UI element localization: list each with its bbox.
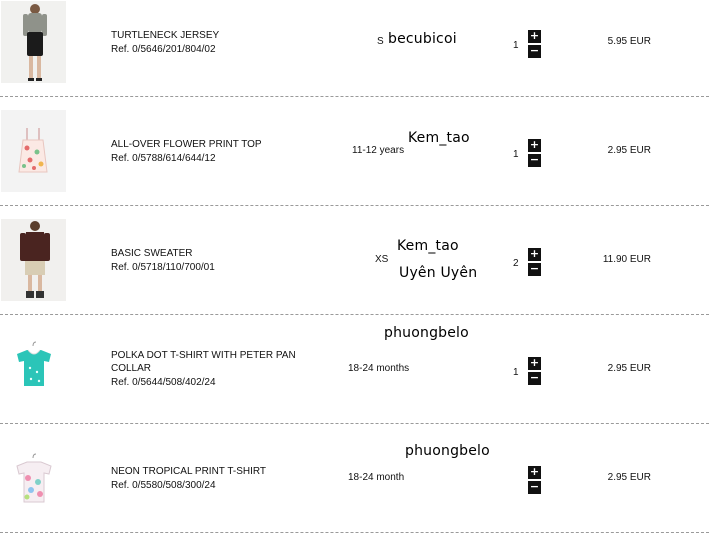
product-image[interactable]: [1, 444, 66, 526]
item-price: 11.90 EUR: [602, 254, 651, 265]
increase-quantity-button[interactable]: +: [528, 30, 541, 43]
product-ref: Ref. 0/5580/508/300/24: [111, 480, 216, 491]
decrease-quantity-button[interactable]: −: [528, 154, 541, 167]
quantity-value: 1: [513, 367, 519, 378]
increase-quantity-button[interactable]: +: [528, 466, 541, 479]
product-size: XS: [375, 254, 389, 265]
product-name[interactable]: NEON TROPICAL PRINT T-SHIRT: [111, 465, 266, 478]
decrease-quantity-button[interactable]: −: [528, 372, 541, 385]
product-size: 18-24 months: [348, 363, 410, 374]
quantity-value: 1: [513, 149, 519, 160]
list-item: BASIC SWEATER Ref. 0/5718/110/700/01 XS …: [0, 218, 709, 327]
product-ref: Ref. 0/5718/110/700/01: [111, 262, 215, 273]
decrease-quantity-button[interactable]: −: [528, 45, 541, 58]
item-price: 2.95 EUR: [607, 145, 651, 156]
product-name[interactable]: BASIC SWEATER: [111, 247, 193, 260]
product-image[interactable]: [1, 328, 66, 410]
product-image[interactable]: [1, 219, 66, 301]
product-image[interactable]: [1, 110, 66, 192]
product-name[interactable]: ALL-OVER FLOWER PRINT TOP: [111, 138, 262, 151]
product-name[interactable]: TURTLENECK JERSEY: [111, 29, 219, 42]
handwritten-note: Kem_tao: [397, 238, 459, 254]
product-ref: Ref. 0/5646/201/804/02: [111, 44, 216, 55]
row-divider: [0, 423, 709, 424]
row-divider: [0, 314, 709, 315]
list-item: ALL-OVER FLOWER PRINT TOP Ref. 0/5788/61…: [0, 109, 709, 218]
item-price: 2.95 EUR: [607, 363, 651, 374]
handwritten-note: becubicoi: [388, 31, 457, 47]
item-price: 2.95 EUR: [607, 472, 651, 483]
increase-quantity-button[interactable]: +: [528, 357, 541, 370]
decrease-quantity-button[interactable]: −: [528, 481, 541, 494]
product-ref: Ref. 0/5788/614/644/12: [111, 153, 216, 164]
list-item: POLKA DOT T-SHIRT WITH PETER PAN COLLAR …: [0, 325, 709, 436]
row-divider: [0, 205, 709, 206]
handwritten-note: phuongbelo: [384, 325, 469, 341]
quantity-value: 1: [513, 40, 519, 51]
item-price: 5.95 EUR: [607, 36, 651, 47]
handwritten-note: Kem_tao: [408, 130, 470, 146]
handwritten-note: Uyên Uyên: [399, 265, 478, 281]
product-image[interactable]: [1, 1, 66, 83]
product-ref: Ref. 0/5644/508/402/24: [111, 377, 216, 388]
increase-quantity-button[interactable]: +: [528, 139, 541, 152]
quantity-value: 2: [513, 258, 519, 269]
decrease-quantity-button[interactable]: −: [528, 263, 541, 276]
increase-quantity-button[interactable]: +: [528, 248, 541, 261]
row-divider: [0, 96, 709, 97]
shopping-bag-list: TURTLENECK JERSEY Ref. 0/5646/201/804/02…: [0, 0, 709, 537]
handwritten-note: phuongbelo: [405, 443, 490, 459]
product-size: 11-12 years: [352, 145, 405, 156]
list-item: NEON TROPICAL PRINT T-SHIRT Ref. 0/5580/…: [0, 428, 709, 537]
product-size: 18-24 month: [348, 472, 405, 483]
product-name[interactable]: POLKA DOT T-SHIRT WITH PETER PAN: [111, 349, 296, 362]
product-name-continued[interactable]: COLLAR: [111, 362, 151, 375]
product-size: S: [377, 36, 384, 47]
row-divider: [0, 532, 709, 533]
list-item: TURTLENECK JERSEY Ref. 0/5646/201/804/02…: [0, 0, 709, 109]
